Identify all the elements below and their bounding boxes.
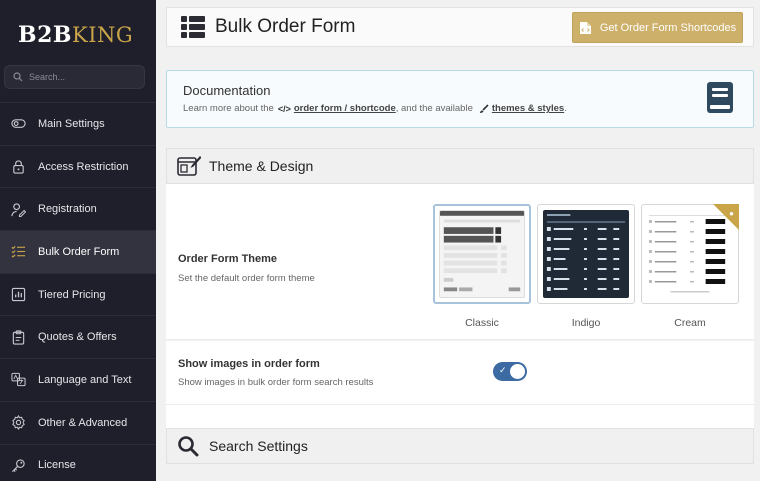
section-title: Search Settings <box>209 438 308 454</box>
clipboard-icon <box>10 329 26 345</box>
b2bking-logo[interactable]: B2BKING <box>18 22 133 48</box>
sidebar-item-language-text[interactable]: Language and Text <box>0 358 156 401</box>
order-form-theme-desc: Set the default order form theme <box>178 273 315 284</box>
sidebar-nav: Main Settings Access Restriction Registr… <box>0 102 156 481</box>
main-content: Bulk Order Form Get Order Form Shortcode… <box>156 0 760 481</box>
show-images-toggle[interactable]: ✓ <box>493 362 527 381</box>
circle-toggle-icon <box>10 116 26 132</box>
indigo-preview <box>543 210 629 298</box>
list-check-icon <box>10 244 26 260</box>
sidebar-item-access-restriction[interactable]: Access Restriction <box>0 144 156 188</box>
search-icon <box>178 436 199 457</box>
chart-icon <box>10 287 26 303</box>
file-code-icon <box>579 21 591 34</box>
sidebar-item-label: License <box>38 459 76 472</box>
gear-icon <box>10 415 26 431</box>
search-settings-header: Search Settings <box>166 428 754 464</box>
sidebar-item-other-advanced[interactable]: Other & Advanced <box>0 400 156 444</box>
premium-ribbon <box>713 204 739 230</box>
sidebar-item-label: Access Restriction <box>38 160 129 173</box>
sidebar-item-registration[interactable]: Registration <box>0 187 156 230</box>
sidebar-item-label: Registration <box>38 203 97 216</box>
search-icon <box>13 72 23 82</box>
code-icon: </> <box>277 103 291 114</box>
theme-card-cream[interactable]: ● <box>641 204 739 304</box>
theme-settings-panel: Order Form Theme Set the default order f… <box>166 184 754 340</box>
theme-card-classic[interactable] <box>433 204 531 304</box>
palette-window-icon <box>177 156 201 176</box>
theme-label-indigo: Indigo <box>571 317 601 329</box>
themes-styles-link[interactable]: themes & styles <box>492 103 564 114</box>
theme-card-indigo[interactable] <box>537 204 635 304</box>
spacer <box>166 405 754 428</box>
table-list-icon <box>181 16 205 38</box>
sidebar-item-label: Language and Text <box>38 373 132 386</box>
key-icon <box>10 457 26 473</box>
page-header: Bulk Order Form Get Order Form Shortcode… <box>166 7 754 47</box>
user-edit-icon <box>10 201 26 217</box>
order-form-shortcode-link[interactable]: order form / shortcode <box>294 103 396 114</box>
page-title: Bulk Order Form <box>215 16 356 37</box>
classic-preview <box>439 210 525 298</box>
sidebar-item-label: Bulk Order Form <box>38 245 120 258</box>
lock-icon <box>10 159 26 175</box>
language-icon <box>10 372 26 388</box>
sidebar-item-label: Tiered Pricing <box>38 288 106 301</box>
sidebar-item-label: Other & Advanced <box>38 416 128 429</box>
brush-icon <box>479 103 489 113</box>
sidebar-item-tiered-pricing[interactable]: Tiered Pricing <box>0 272 156 316</box>
show-images-title: Show images in order form <box>178 358 320 370</box>
sidebar-item-quotes-offers[interactable]: Quotes & Offers <box>0 315 156 358</box>
book-icon <box>707 82 733 113</box>
documentation-title: Documentation <box>183 83 271 98</box>
sidebar-search-input[interactable] <box>29 72 139 82</box>
toggle-knob <box>510 364 525 379</box>
sidebar-item-label: Main Settings <box>38 117 105 130</box>
theme-label-cream: Cream <box>674 317 706 329</box>
sidebar-item-bulk-order-form[interactable]: Bulk Order Form <box>0 230 156 273</box>
sidebar-item-license[interactable]: License <box>0 443 156 481</box>
premium-drop-icon: ● <box>729 209 734 218</box>
order-form-theme-title: Order Form Theme <box>178 253 278 265</box>
sidebar: B2BKING Main Settings Access Restriction… <box>0 0 156 481</box>
theme-label-classic: Classic <box>465 317 499 329</box>
show-images-panel: Show images in order form Show images in… <box>166 341 754 405</box>
theme-design-header: Theme & Design <box>166 148 754 184</box>
sidebar-item-main-settings[interactable]: Main Settings <box>0 102 156 145</box>
get-shortcodes-label: Get Order Form Shortcodes <box>599 21 737 34</box>
check-icon: ✓ <box>499 365 507 375</box>
section-title: Theme & Design <box>209 158 314 174</box>
documentation-box: Documentation Learn more about the </> o… <box>166 70 754 128</box>
show-images-desc: Show images in bulk order form search re… <box>178 377 374 388</box>
get-shortcodes-button[interactable]: Get Order Form Shortcodes <box>572 12 743 43</box>
sidebar-item-label: Quotes & Offers <box>38 331 117 344</box>
sidebar-search[interactable] <box>4 65 145 89</box>
documentation-text: Learn more about the </> order form / sh… <box>183 103 567 114</box>
